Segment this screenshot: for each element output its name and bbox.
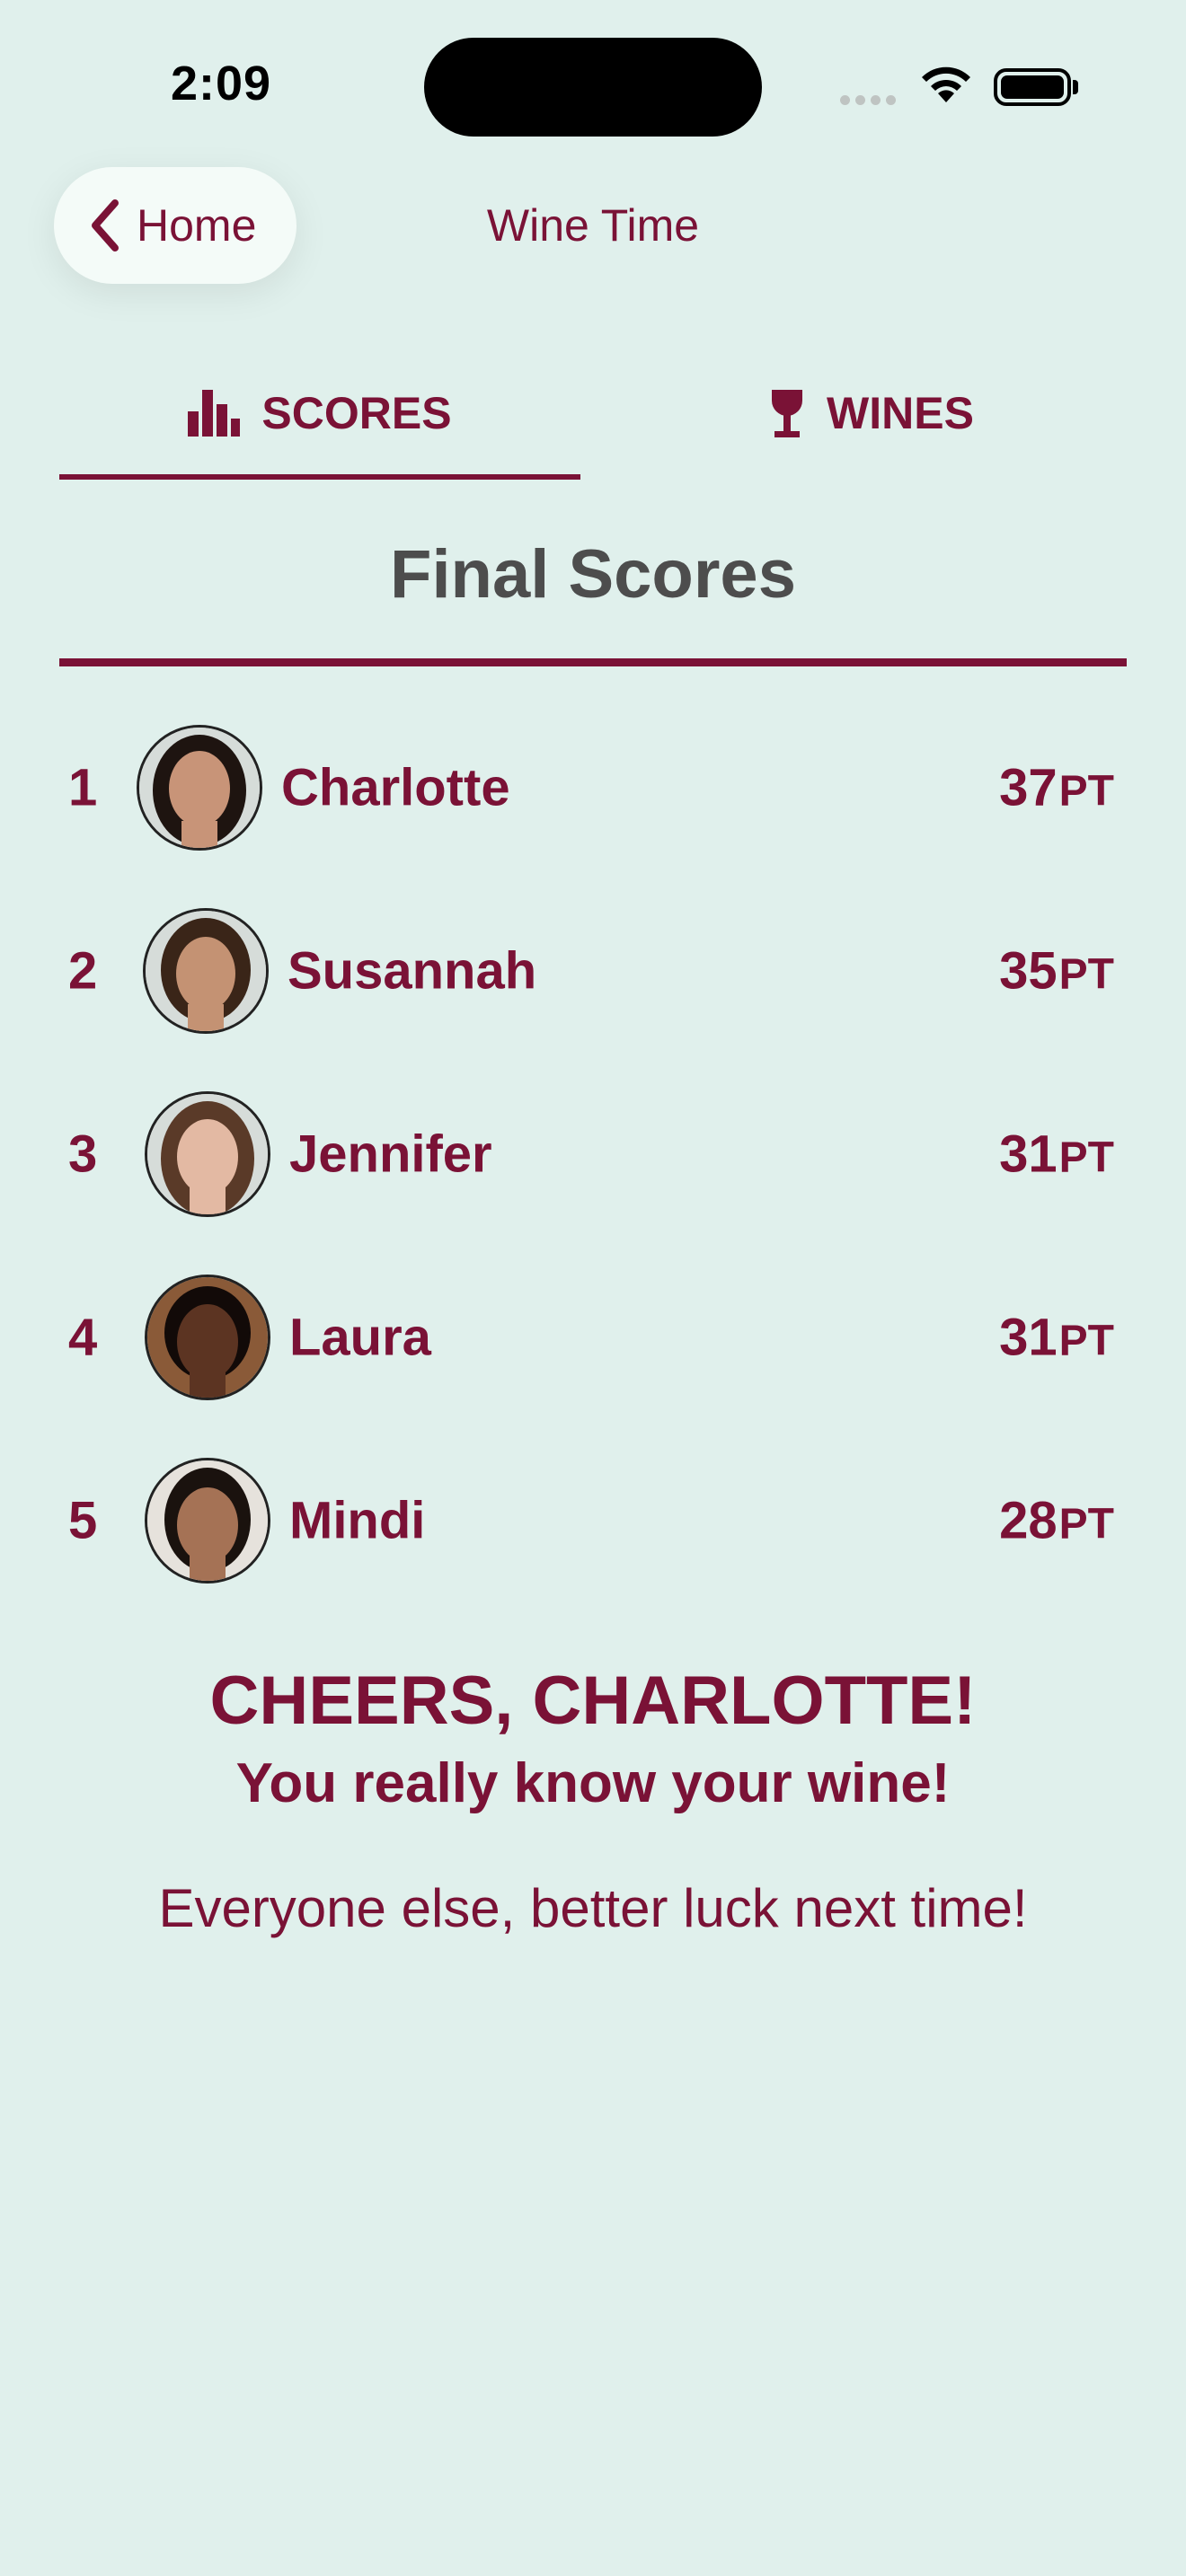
back-button-label: Home [137,200,257,251]
points-unit: PT [1058,1500,1114,1548]
winner-heading: CHEERS, CHARLOTTE! [209,1663,977,1739]
dynamic-island [424,38,762,137]
winner-subtitle: You really know your wine! [235,1752,951,1814]
points-value: 37 [999,758,1058,817]
rank: 3 [68,1125,98,1184]
points-value: 31 [999,1308,1058,1367]
player-score: 35PT [999,941,1114,1001]
rank: 1 [68,758,98,817]
tab-scores[interactable]: SCORES [59,368,580,458]
wine-glass-icon [769,388,805,438]
player-name: Jennifer [289,1125,492,1184]
tab-selected-indicator [59,474,580,480]
points-value: 28 [999,1491,1058,1550]
player-score: 37PT [999,758,1114,818]
section-title: Final Scores [390,536,796,613]
cellular-signal-icon [840,93,901,110]
avatar [145,1458,270,1584]
player-name: Laura [289,1308,431,1367]
tab-wines[interactable]: WINES [611,368,1132,458]
score-row: 5 Mindi 28PT [59,1453,1114,1588]
battery-icon [994,68,1071,106]
player-name: Mindi [289,1491,426,1550]
back-button[interactable]: Home [54,167,296,284]
tab-wines-label: WINES [827,388,974,438]
avatar [145,1275,270,1400]
section-divider [59,658,1127,666]
score-row: 2 Susannah 35PT [59,904,1114,1038]
others-message: Everyone else, better luck next time! [158,1878,1028,1938]
points-value: 31 [999,1125,1058,1184]
player-score: 31PT [999,1308,1114,1368]
rank: 5 [68,1491,98,1550]
tab-scores-label: SCORES [261,388,452,438]
player-name: Susannah [288,941,537,1001]
points-unit: PT [1058,1317,1114,1365]
points-unit: PT [1058,950,1114,999]
avatar [143,908,269,1034]
score-row: 3 Jennifer 31PT [59,1087,1114,1222]
points-unit: PT [1058,1134,1114,1182]
score-row: 4 Laura 31PT [59,1270,1114,1405]
points-value: 35 [999,941,1058,1001]
bar-chart-icon [188,390,241,437]
rank: 4 [68,1308,98,1367]
chevron-left-icon [86,198,122,253]
player-name: Charlotte [281,758,510,817]
avatar [137,725,262,851]
player-score: 28PT [999,1491,1114,1551]
wifi-icon [918,63,974,109]
avatar [145,1091,270,1217]
player-score: 31PT [999,1125,1114,1185]
rank: 2 [68,941,98,1001]
nav-title: Wine Time [486,200,700,251]
points-unit: PT [1058,767,1114,816]
status-time: 2:09 [171,57,272,110]
score-row: 1 Charlotte 37PT [59,720,1114,855]
battery-cap [1073,80,1078,94]
